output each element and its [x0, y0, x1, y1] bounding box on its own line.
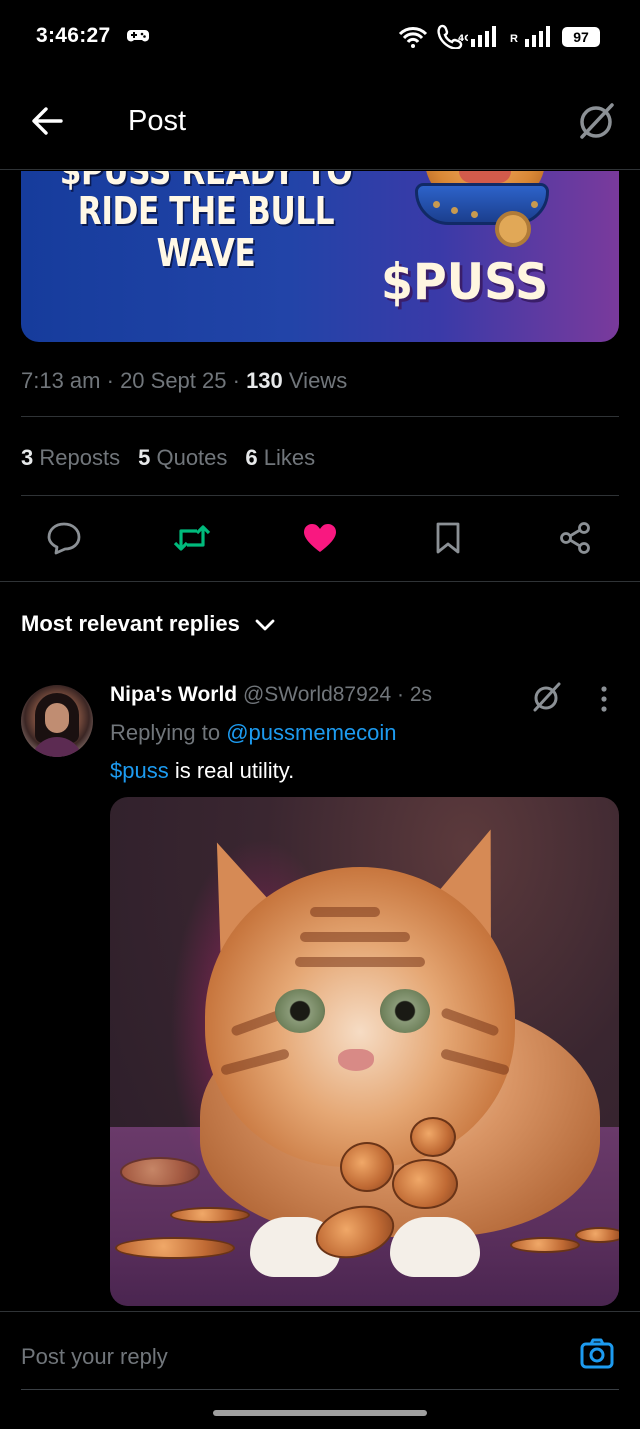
- status-bar: 3:46:27 4G R 97: [0, 0, 640, 72]
- divider: [21, 416, 619, 417]
- signal-icon: [524, 24, 554, 53]
- home-indicator[interactable]: [213, 1410, 427, 1416]
- post-action-bar: [0, 518, 640, 562]
- grok-icon[interactable]: [576, 100, 618, 147]
- post-timestamp: 7:13 am · 20 Sept 25 · 130 Views: [21, 368, 348, 393]
- reposts-label: Reposts: [39, 445, 121, 470]
- reposts-stat[interactable]: 3 Reposts: [21, 445, 120, 470]
- repost-button[interactable]: [172, 518, 212, 562]
- post-media-image[interactable]: $PUSS READY TO RIDE THE BULL WAVE $PUSS: [21, 171, 619, 342]
- signal-roaming-label: R: [510, 33, 518, 45]
- page-title: Post: [128, 105, 187, 137]
- quotes-stat[interactable]: 5 Quotes: [138, 445, 227, 470]
- repost-icon: [173, 523, 211, 558]
- reply-icon: [46, 521, 82, 560]
- banner-cat-tag: [495, 211, 531, 247]
- likes-count: 6: [245, 445, 258, 470]
- grok-icon[interactable]: [531, 681, 563, 718]
- like-button[interactable]: [300, 518, 340, 562]
- likes-stat[interactable]: 6 Likes: [245, 445, 315, 470]
- like-icon: [302, 522, 338, 559]
- wifi-icon: [398, 25, 428, 54]
- views-count: 130: [246, 368, 283, 393]
- reply-body: is real utility.: [168, 758, 295, 783]
- banner-headline: WAVE: [156, 231, 256, 275]
- collar-stud: [451, 207, 458, 214]
- reply-header: Nipa's World @SWorld87924 · 2s: [110, 683, 433, 706]
- banner-cat-mouth: [459, 171, 511, 183]
- replies-sort-label[interactable]: Most relevant replies: [21, 611, 240, 637]
- reply-author-handle[interactable]: @SWorld87924: [243, 683, 391, 706]
- reply-media-image[interactable]: [110, 797, 619, 1306]
- replying-to-handle[interactable]: @pussmemecoin: [226, 720, 396, 745]
- reply-input[interactable]: Post your reply: [21, 1344, 168, 1370]
- divider: [0, 581, 640, 582]
- reply-time: 2s: [409, 683, 433, 706]
- reposts-count: 3: [21, 445, 34, 470]
- call-icon: 4G: [436, 23, 472, 54]
- divider: [0, 1311, 640, 1312]
- post-stats: 3 Reposts 5 Quotes 6 Likes: [21, 445, 315, 471]
- reply-cashtag[interactable]: $puss: [110, 758, 169, 783]
- status-time: 3:46:27: [36, 24, 111, 47]
- bookmark-icon: [434, 521, 462, 560]
- battery-level: 97: [573, 29, 589, 45]
- back-arrow-icon[interactable]: [30, 106, 64, 141]
- svg-text:4G: 4G: [458, 34, 468, 44]
- reply-author-name[interactable]: Nipa's World: [110, 683, 237, 706]
- replying-to-prefix: Replying to: [110, 720, 221, 745]
- divider: [21, 495, 619, 496]
- avatar[interactable]: [21, 685, 93, 757]
- reply-input-underline: [21, 1389, 619, 1390]
- views-label[interactable]: Views: [289, 368, 347, 393]
- post-time: 7:13 am: [21, 368, 101, 393]
- game-icon: [126, 27, 150, 50]
- chevron-down-icon[interactable]: [254, 615, 276, 640]
- reply-button[interactable]: [44, 518, 84, 562]
- collar-stud: [471, 211, 478, 218]
- share-button[interactable]: [555, 518, 595, 562]
- more-icon[interactable]: [600, 686, 608, 717]
- quotes-label: Quotes: [156, 445, 228, 470]
- replying-to: Replying to @pussmemecoin: [110, 720, 397, 746]
- bookmark-button[interactable]: [428, 518, 468, 562]
- reply-text: $puss is real utility.: [110, 758, 294, 784]
- share-icon: [558, 521, 592, 560]
- camera-icon[interactable]: [579, 1338, 615, 1375]
- banner-headline: RIDE THE BULL: [77, 189, 335, 233]
- likes-label: Likes: [263, 445, 316, 470]
- battery-icon: 97: [562, 27, 600, 47]
- collar-stud: [531, 201, 538, 208]
- post-date[interactable]: 20 Sept 25: [120, 368, 226, 393]
- collar-stud: [433, 201, 440, 208]
- signal-icon: [470, 24, 500, 53]
- banner-brand: $PUSS: [381, 253, 549, 311]
- top-app-bar: Post: [0, 72, 640, 170]
- quotes-count: 5: [138, 445, 151, 470]
